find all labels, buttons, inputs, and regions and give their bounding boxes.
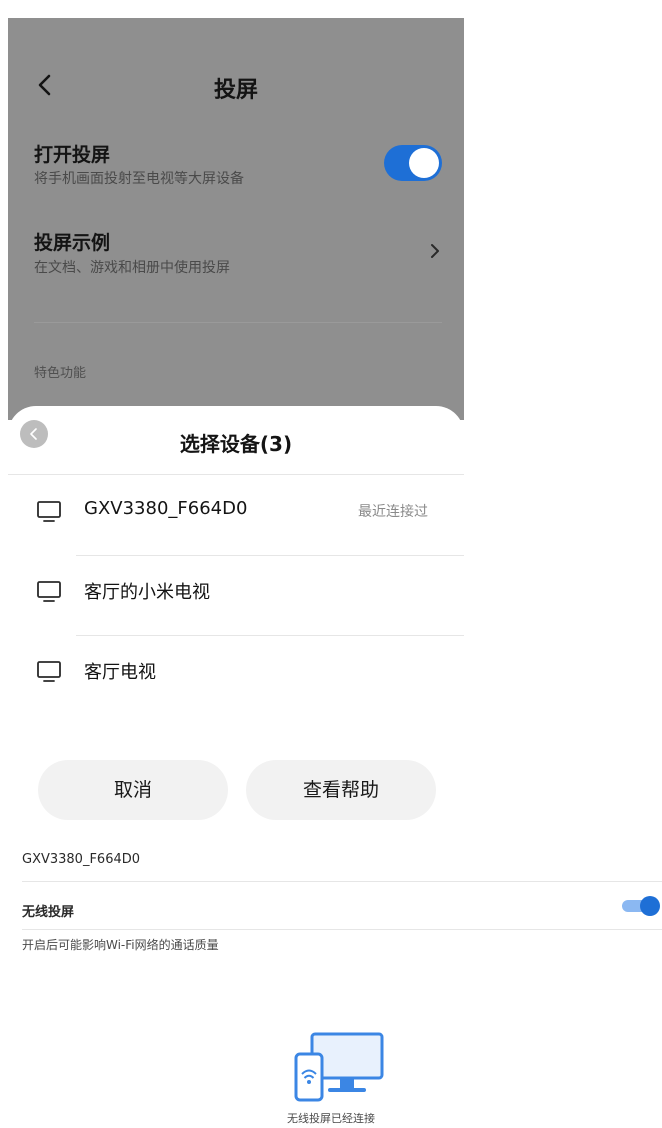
monitor-icon — [37, 661, 61, 682]
cast-status-caption: 无线投屏已经连接 — [287, 1112, 375, 1125]
device-picker-sheet: 选择设备(3) GXV3380_F664D0 最近连接过 客厅的小米电视 客厅电… — [8, 406, 464, 838]
toggle-knob — [409, 148, 439, 178]
open-cast-subtitle: 将手机画面投射至电视等大屏设备 — [34, 171, 244, 187]
device-item[interactable]: 客厅电视 — [8, 636, 464, 716]
sheet-divider — [8, 474, 464, 475]
dimmed-background — [8, 0, 464, 420]
cast-examples-title[interactable]: 投屏示例 — [34, 228, 110, 255]
wireless-cast-toggle[interactable] — [622, 896, 660, 916]
connected-device-label: GXV3380_F664D0 — [22, 852, 141, 867]
sheet-title: 选择设备(3) — [179, 432, 293, 456]
help-button[interactable]: 查看帮助 — [246, 760, 436, 820]
open-cast-toggle[interactable] — [384, 145, 442, 181]
cancel-button[interactable]: 取消 — [38, 760, 228, 820]
wireless-cast-illustration — [294, 1032, 384, 1102]
device-item[interactable]: 客厅的小米电视 — [8, 556, 464, 636]
device-name: GXV3380_F664D0 — [84, 498, 248, 519]
chevron-right-icon[interactable] — [428, 240, 442, 262]
device-item[interactable]: GXV3380_F664D0 最近连接过 — [8, 476, 464, 556]
device-name: 客厅的小米电视 — [84, 582, 210, 603]
settings-divider — [22, 929, 662, 930]
settings-divider — [22, 881, 662, 882]
toggle-knob — [640, 896, 660, 916]
monitor-icon — [37, 501, 61, 522]
section-divider — [34, 322, 442, 323]
page-title: 投屏 — [213, 78, 258, 103]
device-status: 最近连接过 — [358, 504, 428, 520]
device-name: 客厅电视 — [84, 662, 156, 683]
top-strip — [8, 0, 464, 18]
monitor-icon — [37, 581, 61, 602]
phone-screen: 投屏 打开投屏 将手机画面投射至电视等大屏设备 投屏示例 在文档、游戏和相册中使… — [8, 0, 464, 838]
wireless-cast-title: 无线投屏 — [22, 905, 75, 920]
cast-examples-subtitle: 在文档、游戏和相册中使用投屏 — [34, 260, 230, 276]
wireless-cast-subtitle: 开启后可能影响Wi-Fi网络的通话质量 — [22, 938, 219, 952]
section-label: 特色功能 — [34, 366, 87, 381]
open-cast-title[interactable]: 打开投屏 — [34, 140, 110, 167]
